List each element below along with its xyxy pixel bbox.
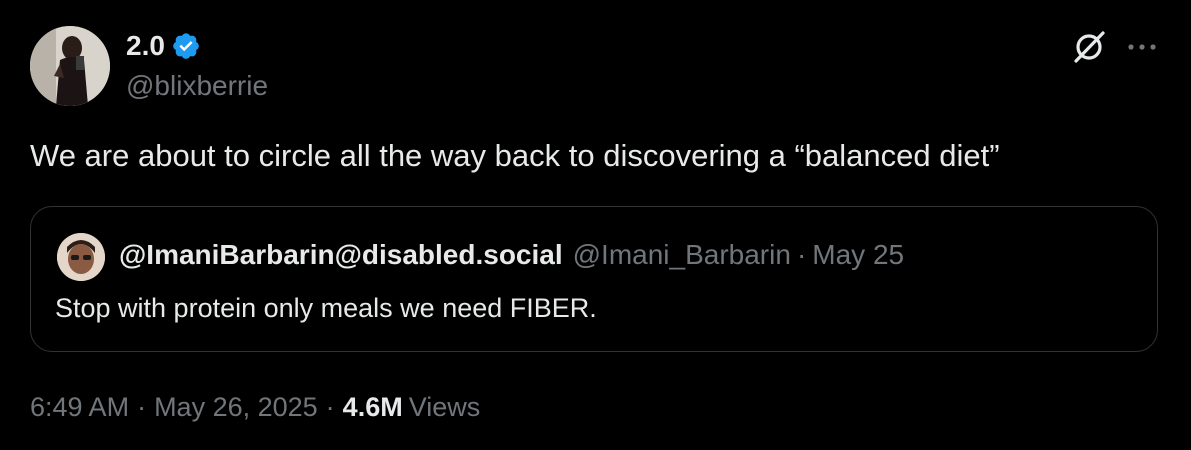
grok-icon[interactable] bbox=[1070, 28, 1108, 66]
tweet-meta: 6:49 AM · May 26, 2025 · 4.6M Views bbox=[30, 392, 480, 423]
quoted-separator: · bbox=[796, 239, 807, 270]
author-avatar[interactable] bbox=[30, 26, 110, 106]
views-label: Views bbox=[408, 392, 481, 422]
tweet-text: We are about to circle all the way back … bbox=[30, 138, 1000, 173]
quoted-tweet-date[interactable]: May 25 bbox=[812, 239, 904, 271]
more-options-icon[interactable] bbox=[1124, 28, 1160, 66]
meta-separator-2: · bbox=[325, 392, 335, 422]
tweet-date[interactable]: May 26, 2025 bbox=[154, 392, 318, 423]
tweet-time[interactable]: 6:49 AM bbox=[30, 392, 129, 423]
author-name-row: 2.0 bbox=[126, 26, 203, 66]
author-display-name[interactable]: 2.0 bbox=[126, 30, 165, 62]
verified-badge-icon[interactable] bbox=[171, 30, 203, 62]
views-count[interactable]: 4.6M bbox=[343, 392, 403, 423]
quoted-avatar-photo bbox=[57, 233, 105, 281]
quoted-tweet-header: @ImaniBarbarin@disabled.social @Imani_Ba… bbox=[119, 239, 904, 271]
quoted-author-name[interactable]: @ImaniBarbarin@disabled.social bbox=[119, 239, 563, 271]
quoted-author-handle[interactable]: @Imani_Barbarin bbox=[573, 239, 791, 271]
avatar-photo bbox=[30, 26, 110, 106]
meta-separator: · bbox=[137, 392, 147, 422]
quoted-tweet-text: Stop with protein only meals we need FIB… bbox=[55, 293, 597, 323]
quoted-author-avatar[interactable] bbox=[57, 233, 105, 281]
author-handle[interactable]: @blixberrie bbox=[126, 70, 268, 102]
quoted-tweet-card[interactable]: @ImaniBarbarin@disabled.social @Imani_Ba… bbox=[30, 206, 1158, 352]
